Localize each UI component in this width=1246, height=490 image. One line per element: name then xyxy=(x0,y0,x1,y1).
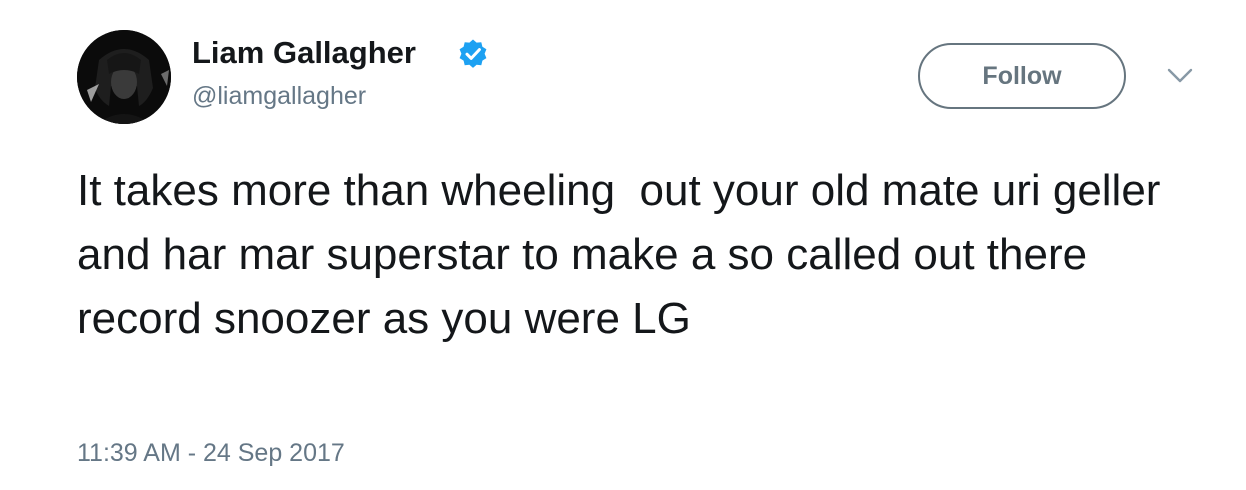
user-handle[interactable]: @liamgallagher xyxy=(192,80,366,112)
avatar[interactable] xyxy=(77,30,171,124)
profile-photo-icon xyxy=(77,30,171,124)
chevron-down-icon[interactable] xyxy=(1166,66,1194,86)
follow-button[interactable]: Follow xyxy=(918,43,1126,109)
tweet-text: It takes more than wheeling out your old… xyxy=(77,166,1173,343)
tweet-card: Liam Gallagher @liamgallagher Follow It … xyxy=(0,0,1246,490)
verified-badge-icon xyxy=(459,39,487,68)
display-name[interactable]: Liam Gallagher xyxy=(192,32,416,74)
tweet-timestamp[interactable]: 11:39 AM - 24 Sep 2017 xyxy=(77,437,345,469)
